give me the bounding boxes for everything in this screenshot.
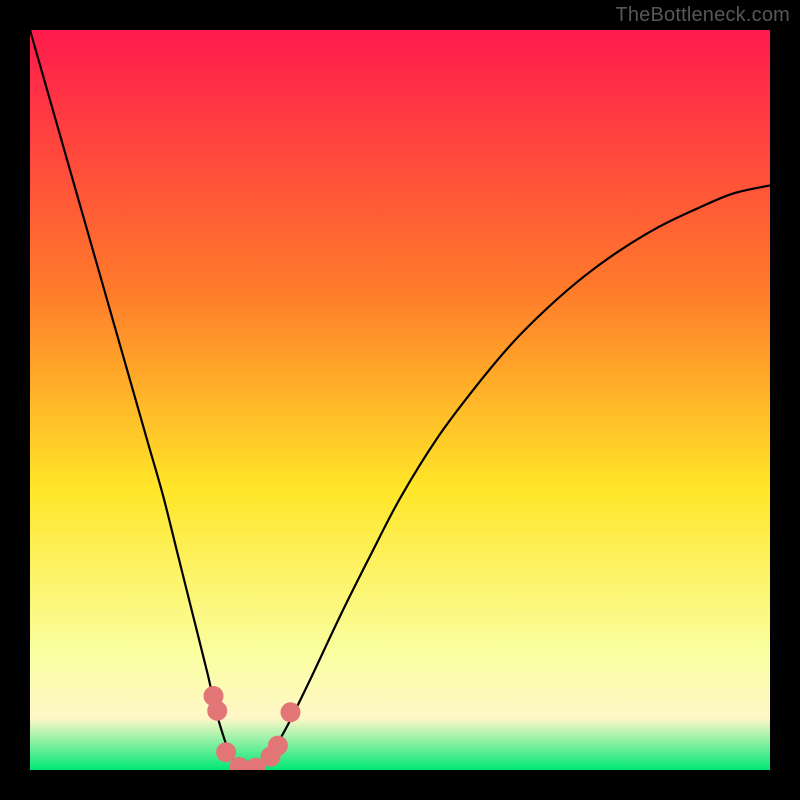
marker-dot — [280, 702, 300, 722]
marker-dot — [216, 742, 236, 762]
marker-dot — [268, 736, 288, 756]
chart-svg — [30, 30, 770, 770]
marker-dot — [207, 701, 227, 721]
gradient-background — [30, 30, 770, 770]
chart-plot-area — [30, 30, 770, 770]
outer-frame: TheBottleneck.com — [0, 0, 800, 800]
watermark-text: TheBottleneck.com — [615, 4, 790, 27]
